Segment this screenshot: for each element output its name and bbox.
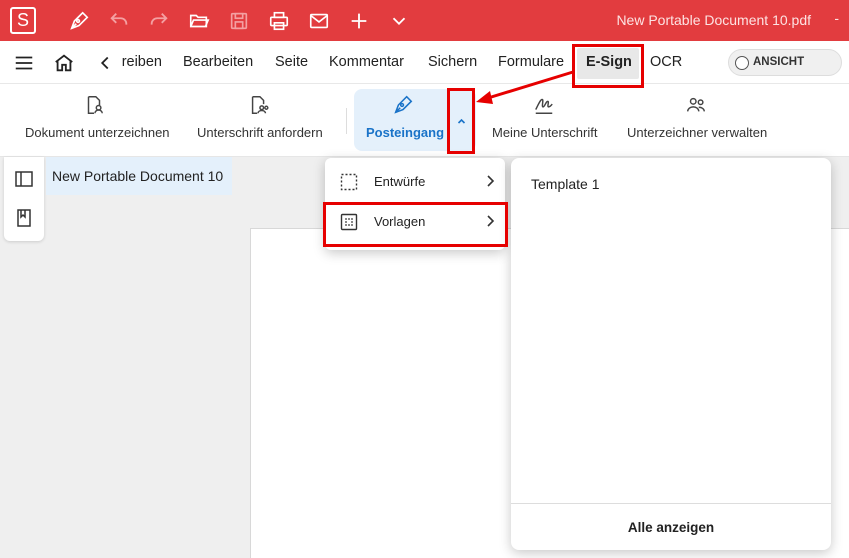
redo-icon[interactable]	[148, 10, 170, 32]
template-item[interactable]: Template 1	[531, 176, 599, 192]
document-tab-label: New Portable Document 10	[52, 168, 224, 184]
menu-item-bearbeiten[interactable]: Bearbeiten	[183, 54, 253, 70]
request-signature-button[interactable]: Unterschrift anfordern	[192, 84, 332, 157]
document-users-icon	[248, 94, 270, 116]
pen-icon[interactable]	[68, 10, 90, 32]
hamburger-icon[interactable]	[13, 52, 35, 74]
chevron-left-icon[interactable]	[94, 52, 116, 74]
title-bar: S New Portable Document 10.pdf -	[0, 0, 849, 41]
fountain-pen-icon	[392, 94, 414, 116]
panel-divider	[511, 503, 831, 504]
document-user-icon	[83, 94, 105, 116]
dropdown-item-drafts[interactable]: Entwürfe	[325, 161, 505, 201]
menu-item-ocr[interactable]: OCR	[650, 54, 682, 70]
undo-icon[interactable]	[108, 10, 130, 32]
show-all-button[interactable]: Alle anzeigen	[511, 520, 831, 535]
menu-item-sichern[interactable]: Sichern	[428, 54, 477, 70]
side-panel	[4, 157, 44, 241]
chevron-down-icon[interactable]	[388, 10, 410, 32]
ribbon-separator	[346, 108, 347, 134]
sign-document-label: Dokument unterzeichnen	[25, 125, 170, 140]
templates-panel: Template 1 Alle anzeigen	[511, 158, 831, 550]
menu-item-kommentar[interactable]: Kommentar	[329, 54, 404, 70]
open-folder-icon[interactable]	[188, 10, 210, 32]
dashed-square-icon	[340, 173, 358, 191]
sidebar-toggle-icon[interactable]	[14, 169, 34, 189]
chevron-right-icon	[483, 173, 497, 189]
people-icon	[685, 94, 707, 116]
menu-item-schreiben[interactable]: reiben	[119, 54, 165, 74]
document-tab[interactable]: New Portable Document 10	[46, 157, 232, 195]
document-title: New Portable Document 10.pdf	[616, 12, 811, 28]
menu-item-seite[interactable]: Seite	[275, 54, 308, 70]
manage-signers-label: Unterzeichner verwalten	[627, 125, 768, 140]
sign-document-button[interactable]: Dokument unterzeichnen	[20, 84, 174, 157]
title-separator: -	[834, 10, 839, 26]
mail-icon[interactable]	[308, 10, 330, 32]
my-signature-button[interactable]: Meine Unterschrift	[487, 84, 605, 157]
menu-bar: reiben Bearbeiten Seite Kommentar Sicher…	[0, 41, 849, 84]
print-icon[interactable]	[268, 10, 290, 32]
radio-icon	[735, 56, 749, 70]
esign-highlight-box	[572, 44, 644, 88]
my-signature-label: Meine Unterschrift	[492, 125, 598, 140]
inbox-label: Posteingang	[366, 125, 445, 140]
home-icon[interactable]	[53, 52, 75, 74]
plus-icon[interactable]	[348, 10, 370, 32]
chevron-highlight-box	[447, 88, 475, 154]
bookmark-icon[interactable]	[14, 208, 34, 228]
templates-highlight-box	[323, 202, 508, 247]
signature-icon	[533, 94, 555, 116]
drafts-label: Entwürfe	[374, 174, 426, 189]
menu-item-formulare[interactable]: Formulare	[498, 54, 564, 70]
app-logo: S	[10, 7, 36, 34]
manage-signers-button[interactable]: Unterzeichner verwalten	[622, 84, 774, 157]
save-icon[interactable]	[228, 10, 250, 32]
request-signature-label: Unterschrift anfordern	[197, 125, 323, 140]
ribbon-toolbar: Dokument unterzeichnen Unterschrift anfo…	[0, 84, 849, 157]
view-toggle[interactable]: ANSICHT	[728, 49, 842, 76]
view-toggle-label: ANSICHT	[753, 56, 805, 68]
